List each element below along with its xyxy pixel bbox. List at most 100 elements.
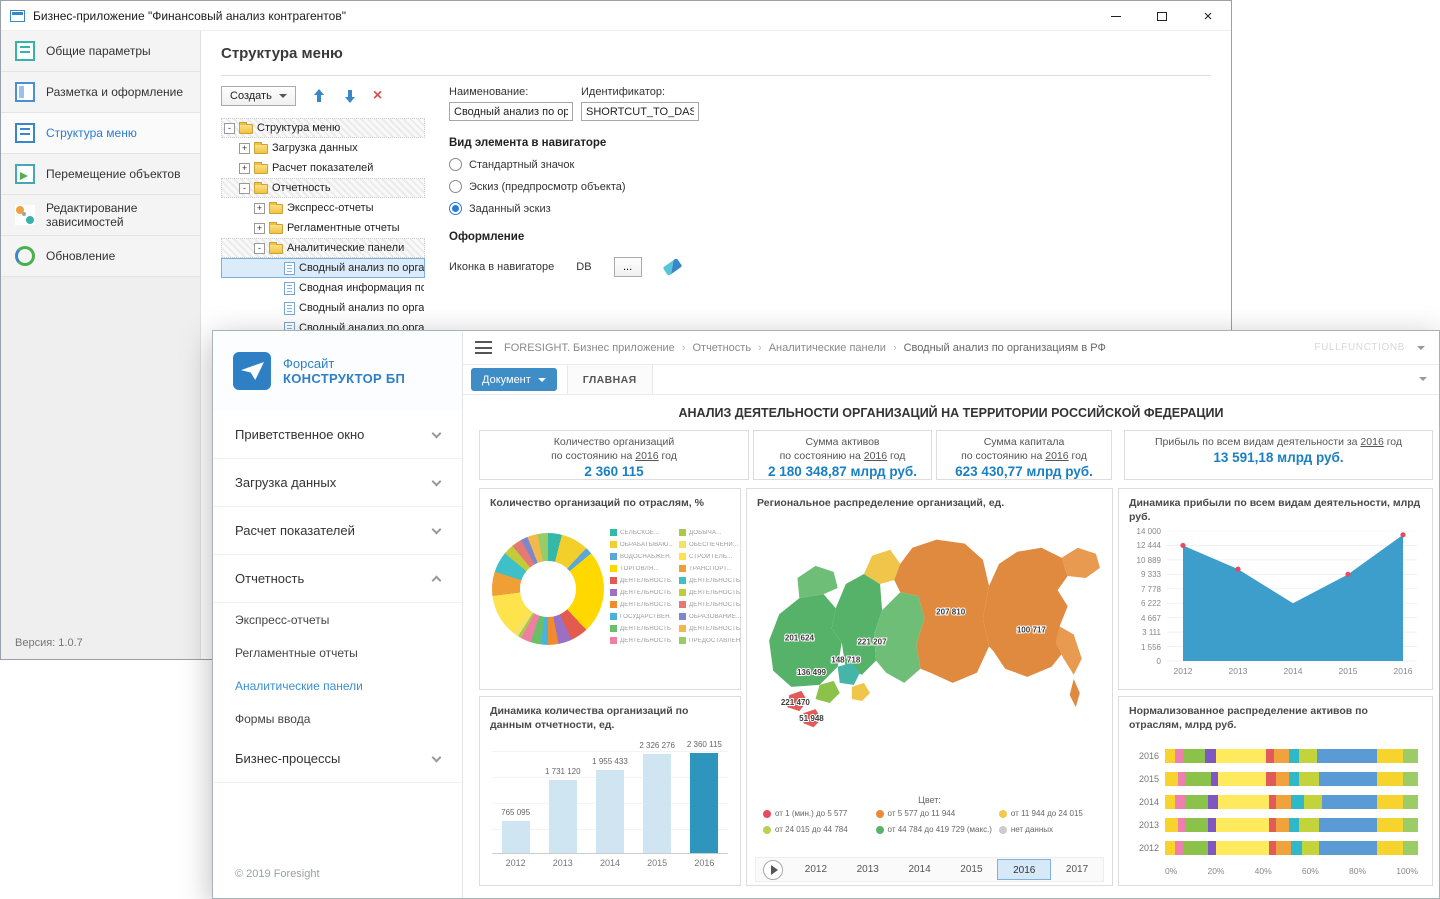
user-menu-chevron-icon[interactable]	[1417, 346, 1425, 350]
map-region[interactable]	[1062, 548, 1100, 578]
tree-item[interactable]: Сводный анализ по орган	[221, 258, 425, 278]
bar-segment[interactable]	[1276, 795, 1291, 809]
bar-segment[interactable]	[1165, 818, 1178, 832]
play-button-icon[interactable]	[763, 860, 783, 880]
bar-segment[interactable]	[1205, 749, 1215, 763]
nav-group[interactable]: Отчетность	[213, 555, 462, 603]
bar-segment[interactable]	[1299, 749, 1317, 763]
tree-item[interactable]: -Аналитические панели	[221, 238, 425, 258]
document-menu-button[interactable]: Документ	[471, 368, 557, 391]
tab-home[interactable]: ГЛАВНАЯ	[567, 365, 653, 394]
map-region[interactable]	[983, 548, 1068, 677]
tree-item[interactable]: Сводный анализ по орган	[221, 298, 425, 318]
tree-expander-icon[interactable]: +	[239, 143, 250, 154]
tree-expander-icon[interactable]: -	[254, 243, 265, 254]
bar-segment[interactable]	[1175, 749, 1183, 763]
bar[interactable]	[643, 754, 671, 853]
bar-segment[interactable]	[1291, 841, 1301, 855]
bar-segment[interactable]	[1377, 795, 1402, 809]
bar-segment[interactable]	[1377, 818, 1402, 832]
browse-button[interactable]: ...	[614, 257, 642, 277]
bar-segment[interactable]	[1266, 772, 1276, 786]
close-button[interactable]: ×	[1185, 1, 1231, 31]
bar-segment[interactable]	[1319, 841, 1377, 855]
bar-segment[interactable]	[1165, 772, 1178, 786]
tree-item[interactable]: +Расчет показателей	[221, 158, 425, 178]
logo-block[interactable]: Форсайт КОНСТРУКТОР БП	[213, 331, 462, 411]
tree-item[interactable]: -Отчетность	[221, 178, 425, 198]
sidebar-item-move[interactable]: Перемещение объектов	[1, 154, 200, 195]
bar-segment[interactable]	[1269, 841, 1277, 855]
nav-item[interactable]: Аналитические панели	[213, 669, 462, 702]
radio-button[interactable]	[449, 180, 462, 193]
create-button[interactable]: Создать	[221, 86, 296, 106]
bar[interactable]	[596, 770, 624, 853]
move-up-button[interactable]	[311, 88, 327, 104]
bar-segment[interactable]	[1165, 749, 1175, 763]
map-region[interactable]	[852, 683, 870, 701]
area-series[interactable]	[1183, 535, 1403, 661]
bar-segment[interactable]	[1266, 749, 1274, 763]
bar-segment[interactable]	[1165, 795, 1175, 809]
timeline-year[interactable]: 2015	[945, 859, 997, 880]
bar-segment[interactable]	[1269, 795, 1277, 809]
sidebar-item-menu[interactable]: Структура меню	[1, 113, 200, 154]
timeline-year[interactable]: 2016	[997, 859, 1051, 880]
bar-segment[interactable]	[1175, 841, 1183, 855]
bar-segment[interactable]	[1377, 841, 1402, 855]
breadcrumb-item[interactable]: Отчетность	[692, 342, 751, 354]
bar-segment[interactable]	[1299, 772, 1319, 786]
bar-segment[interactable]	[1403, 749, 1418, 763]
hamburger-menu-icon[interactable]	[475, 341, 492, 354]
sidebar-item-layout[interactable]: Разметка и оформление	[1, 72, 200, 113]
bar-segment[interactable]	[1403, 818, 1418, 832]
sidebar-item-settings[interactable]: Общие параметры	[1, 31, 200, 72]
bar[interactable]	[502, 821, 530, 853]
nav-item[interactable]: Экспресс-отчеты	[213, 603, 462, 636]
bar-segment[interactable]	[1175, 795, 1185, 809]
breadcrumb-item[interactable]: Сводный анализ по организациям в РФ	[904, 342, 1106, 354]
tree-item[interactable]: Сводная информация по о	[221, 278, 425, 298]
bar[interactable]	[690, 753, 718, 853]
timeline-year[interactable]: 2014	[894, 859, 946, 880]
bar-segment[interactable]	[1178, 772, 1186, 786]
radio-option[interactable]: Стандартный значок	[449, 158, 1211, 171]
bar-segment[interactable]	[1183, 749, 1206, 763]
bar-segment[interactable]	[1185, 772, 1210, 786]
bar-segment[interactable]	[1377, 772, 1402, 786]
maximize-button[interactable]	[1139, 1, 1185, 31]
nav-group[interactable]: Загрузка данных	[213, 459, 462, 507]
bar-segment[interactable]	[1291, 795, 1304, 809]
breadcrumb-item[interactable]: FORESIGHT. Бизнес приложение	[504, 342, 675, 354]
tree-item[interactable]: +Загрузка данных	[221, 138, 425, 158]
tree-expander-icon[interactable]: -	[224, 123, 235, 134]
tree-expander-icon[interactable]: -	[239, 183, 250, 194]
radio-option[interactable]: Заданный эскиз	[449, 202, 1211, 215]
bar-segment[interactable]	[1165, 841, 1175, 855]
radio-option[interactable]: Эскиз (предпросмотр объекта)	[449, 180, 1211, 193]
name-input[interactable]	[449, 102, 573, 121]
bar-segment[interactable]	[1403, 841, 1418, 855]
bar-segment[interactable]	[1208, 841, 1216, 855]
bar-segment[interactable]	[1178, 818, 1186, 832]
timeline-year[interactable]: 2017	[1051, 859, 1103, 880]
identifier-input[interactable]	[581, 102, 699, 121]
bar-segment[interactable]	[1218, 795, 1269, 809]
move-down-button[interactable]	[342, 88, 358, 104]
bar-segment[interactable]	[1218, 772, 1266, 786]
tree-item[interactable]: -Структура меню	[221, 118, 425, 138]
bar-segment[interactable]	[1302, 841, 1320, 855]
nav-item[interactable]: Регламентные отчеты	[213, 636, 462, 669]
map-region[interactable]	[797, 566, 837, 598]
bar-segment[interactable]	[1289, 749, 1299, 763]
radio-button[interactable]	[449, 158, 462, 171]
delete-button[interactable]: ×	[373, 88, 382, 104]
bar-segment[interactable]	[1289, 818, 1299, 832]
tree-item[interactable]: +Экспресс-отчеты	[221, 198, 425, 218]
bar-segment[interactable]	[1289, 772, 1299, 786]
kpi-year-link[interactable]: 2016	[635, 450, 658, 462]
bar-segment[interactable]	[1403, 795, 1418, 809]
nav-group[interactable]: Бизнес-процессы	[213, 735, 462, 783]
bar-segment[interactable]	[1274, 749, 1289, 763]
bar-segment[interactable]	[1276, 818, 1289, 832]
